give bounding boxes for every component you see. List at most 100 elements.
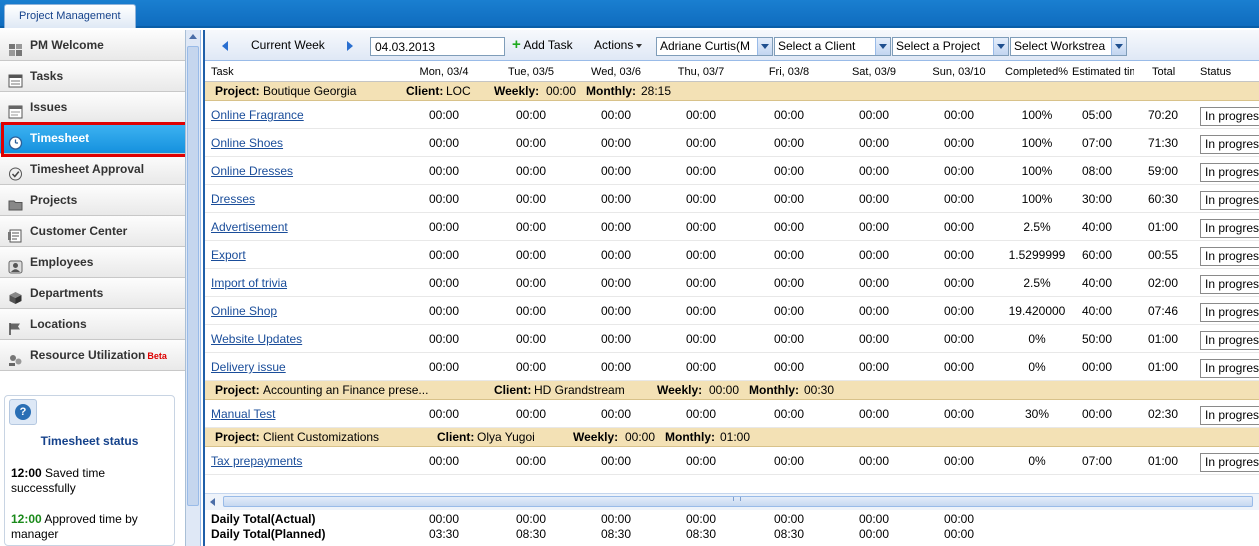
fri-column-header[interactable]: Fri, 03/8 [760,66,818,78]
day-hours-cell[interactable]: 00:00 [502,332,560,346]
task-link[interactable]: Import of trivia [211,276,401,290]
day-hours-cell[interactable]: 00:00 [760,360,818,374]
day-hours-cell[interactable]: 00:00 [930,276,988,290]
day-hours-cell[interactable]: 00:00 [845,192,903,206]
completed-cell[interactable]: 19.420000 [1008,304,1066,318]
task-row[interactable]: Website Updates 00:00 00:00 00:00 00:00 00:00… [205,325,1259,353]
sidebar-item-tasks[interactable]: Tasks [0,61,185,92]
day-hours-cell[interactable]: 00:00 [845,108,903,122]
current-week-button[interactable]: Current Week [251,38,325,52]
completed-cell[interactable]: 2.5% [1008,276,1066,290]
status-select[interactable]: In progress [1200,406,1259,425]
day-hours-cell[interactable]: 00:00 [587,136,645,150]
mon-column-header[interactable]: Mon, 03/4 [415,66,473,78]
day-hours-cell[interactable]: 00:00 [415,407,473,421]
task-row[interactable]: Online Dresses 00:00 00:00 00:00 00:00 00:00 0… [205,157,1259,185]
chevron-down-icon[interactable] [875,38,890,55]
status-column-header[interactable]: Status [1200,66,1259,78]
day-hours-cell[interactable]: 00:00 [845,332,903,346]
thu-column-header[interactable]: Thu, 03/7 [672,66,730,78]
task-row[interactable]: Manual Test 00:00 00:00 00:00 00:00 00:00 00:0… [205,400,1259,428]
day-hours-cell[interactable]: 00:00 [672,276,730,290]
previous-week-icon[interactable] [222,41,228,51]
day-hours-cell[interactable]: 00:00 [502,276,560,290]
day-hours-cell[interactable]: 00:00 [672,407,730,421]
task-link[interactable]: Advertisement [211,220,401,234]
scroll-left-arrow-icon[interactable] [210,498,215,506]
day-hours-cell[interactable]: 00:00 [587,192,645,206]
status-select[interactable]: In progress [1200,247,1259,266]
task-link[interactable]: Online Fragrance [211,108,401,122]
day-hours-cell[interactable]: 00:00 [587,304,645,318]
day-hours-cell[interactable]: 00:00 [930,164,988,178]
day-hours-cell[interactable]: 00:00 [672,454,730,468]
sidebar-item-issues[interactable]: Issues [0,92,185,123]
task-link[interactable]: Export [211,248,401,262]
task-link[interactable]: Manual Test [211,407,401,421]
day-hours-cell[interactable]: 00:00 [415,276,473,290]
day-hours-cell[interactable]: 00:00 [760,136,818,150]
sidebar-scroll-thumb[interactable] [187,46,199,506]
day-hours-cell[interactable]: 00:00 [845,276,903,290]
chevron-down-icon[interactable] [993,38,1008,55]
project-group-row[interactable]: Project: Client Customizations Client: Olya… [205,428,1259,447]
day-hours-cell[interactable]: 00:00 [502,454,560,468]
next-week-icon[interactable] [347,41,353,51]
task-row[interactable]: Online Fragrance 00:00 00:00 00:00 00:00 00:0… [205,101,1259,129]
day-hours-cell[interactable]: 00:00 [587,164,645,178]
day-hours-cell[interactable]: 00:00 [930,360,988,374]
day-hours-cell[interactable]: 00:00 [930,108,988,122]
day-hours-cell[interactable]: 00:00 [502,220,560,234]
day-hours-cell[interactable]: 00:00 [845,360,903,374]
day-hours-cell[interactable]: 00:00 [672,332,730,346]
status-select[interactable]: In progress [1200,135,1259,154]
task-row[interactable]: Import of trivia 00:00 00:00 00:00 00:00 00:0… [205,269,1259,297]
sidebar-item-customer-center[interactable]: Customer Center [0,216,185,247]
completed-cell[interactable]: 0% [1008,454,1066,468]
task-link[interactable]: Online Shoes [211,136,401,150]
completed-column-header[interactable]: Completed% [1005,66,1069,78]
wed-column-header[interactable]: Wed, 03/6 [587,66,645,78]
project-select[interactable]: Select a Project [892,37,1009,56]
day-hours-cell[interactable]: 00:00 [502,108,560,122]
day-hours-cell[interactable]: 00:00 [760,332,818,346]
completed-cell[interactable]: 0% [1008,332,1066,346]
help-button[interactable]: ? [9,399,37,425]
day-hours-cell[interactable]: 00:00 [502,407,560,421]
scroll-up-arrow-icon[interactable] [189,34,197,39]
sidebar-item-departments[interactable]: Departments [0,278,185,309]
day-hours-cell[interactable]: 00:00 [760,304,818,318]
day-hours-cell[interactable]: 00:00 [415,192,473,206]
completed-cell[interactable]: 1.5299999 [1008,248,1066,262]
day-hours-cell[interactable]: 00:00 [672,108,730,122]
task-row[interactable]: Online Shop 00:00 00:00 00:00 00:00 00:00 00:0… [205,297,1259,325]
day-hours-cell[interactable]: 00:00 [415,304,473,318]
completed-cell[interactable]: 100% [1008,164,1066,178]
day-hours-cell[interactable]: 00:00 [672,304,730,318]
day-hours-cell[interactable]: 00:00 [845,454,903,468]
day-hours-cell[interactable]: 00:00 [760,407,818,421]
day-hours-cell[interactable]: 00:00 [415,360,473,374]
chevron-down-icon[interactable] [1111,38,1126,55]
status-select[interactable]: In progress [1200,275,1259,294]
day-hours-cell[interactable]: 00:00 [587,360,645,374]
day-hours-cell[interactable]: 00:00 [415,164,473,178]
day-hours-cell[interactable]: 00:00 [502,248,560,262]
task-link[interactable]: Online Shop [211,304,401,318]
day-hours-cell[interactable]: 00:00 [502,304,560,318]
day-hours-cell[interactable]: 00:00 [672,164,730,178]
day-hours-cell[interactable]: 00:00 [930,136,988,150]
sun-column-header[interactable]: Sun, 03/10 [930,66,988,78]
status-select[interactable]: In progress [1200,191,1259,210]
day-hours-cell[interactable]: 00:00 [587,407,645,421]
sat-column-header[interactable]: Sat, 03/9 [845,66,903,78]
workstream-select[interactable]: Select Workstrea [1010,37,1127,56]
actions-menu-button[interactable]: Actions [594,38,643,52]
task-row[interactable]: Advertisement 00:00 00:00 00:00 00:00 00:00 00… [205,213,1259,241]
day-hours-cell[interactable]: 00:00 [845,407,903,421]
day-hours-cell[interactable]: 00:00 [672,248,730,262]
day-hours-cell[interactable]: 00:00 [930,407,988,421]
day-hours-cell[interactable]: 00:00 [760,276,818,290]
status-select[interactable]: In progress [1200,219,1259,238]
day-hours-cell[interactable]: 00:00 [672,136,730,150]
